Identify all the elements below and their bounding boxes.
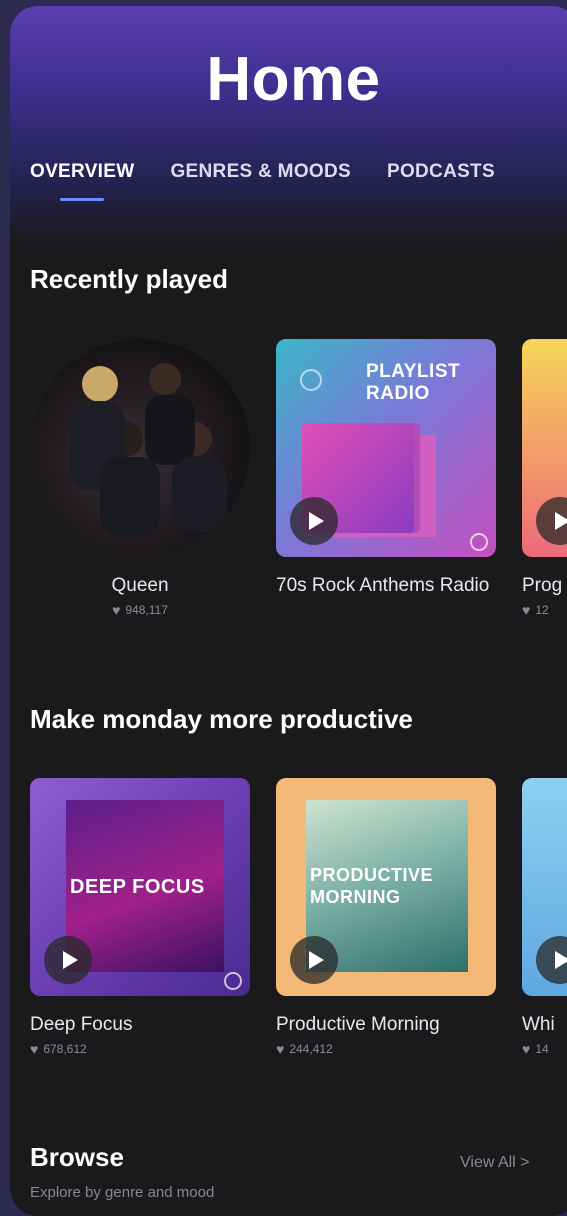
play-button[interactable] [536, 497, 567, 545]
card-70s-rock-anthems-radio[interactable]: PLAYLIST RADIO 70s Rock Anthems Radio [276, 339, 496, 618]
heart-icon: ♥ [522, 1041, 531, 1057]
fan-count: ♥ 14 [522, 1041, 549, 1057]
card-queen[interactable]: Queen ♥ 948,117 [30, 339, 250, 618]
tab-bar: OVERVIEW GENRES & MOODS PODCASTS [30, 161, 531, 201]
browse-subtitle: Explore by genre and mood [30, 1184, 215, 1201]
page-title: Home [206, 45, 381, 114]
heart-icon: ♥ [522, 602, 531, 618]
recently-played-row: Queen ♥ 948,117 PLAYLIST RADIO 70s Rock … [30, 339, 567, 618]
fan-count: ♥ 244,412 [276, 1041, 333, 1057]
card-prog[interactable]: Prog ♥ 12 [522, 339, 567, 618]
card-title[interactable]: Prog [522, 571, 567, 600]
fan-count: ♥ 678,612 [30, 1041, 87, 1057]
view-all-link[interactable]: View All > [460, 1154, 530, 1172]
radio-waves-icon [300, 369, 322, 391]
play-button[interactable] [290, 497, 338, 545]
art-label: PLAYLIST RADIO [366, 361, 461, 404]
tab-genres-moods[interactable]: GENRES & MOODS [170, 161, 351, 183]
playlist-art[interactable]: DEEP FOCUS [30, 778, 250, 996]
section-title-recently-played: Recently played [30, 264, 228, 294]
heart-icon: ♥ [30, 1041, 39, 1057]
art-label: PRODUCTIVE MORNING [310, 865, 434, 907]
playlist-art[interactable]: PLAYLIST RADIO [276, 339, 496, 557]
artist-image[interactable] [30, 339, 250, 557]
radio-icon [470, 533, 488, 551]
card-productive-morning[interactable]: PRODUCTIVE MORNING Productive Morning ♥ … [276, 778, 496, 1057]
card-title[interactable]: 70s Rock Anthems Radio [276, 571, 496, 600]
app-screen: Home OVERVIEW GENRES & MOODS PODCASTS Re… [10, 6, 567, 1216]
play-button[interactable] [536, 936, 567, 984]
play-button[interactable] [44, 936, 92, 984]
heart-icon: ♥ [276, 1041, 285, 1057]
section-title-browse: Browse [30, 1142, 124, 1172]
playlist-art[interactable] [522, 339, 567, 557]
card-title[interactable]: Whi [522, 1010, 567, 1039]
card-title[interactable]: Queen [30, 571, 250, 600]
radio-icon [224, 972, 242, 990]
fan-count: ♥ 12 [522, 602, 549, 618]
header: Home OVERVIEW GENRES & MOODS PODCASTS [10, 6, 567, 246]
card-deep-focus[interactable]: DEEP FOCUS Deep Focus ♥ 678,612 [30, 778, 250, 1057]
monday-row: DEEP FOCUS Deep Focus ♥ 678,612 PRODUCTI… [30, 778, 567, 1057]
section-title-monday: Make monday more productive [30, 704, 413, 734]
playlist-art[interactable] [522, 778, 567, 996]
card-whi[interactable]: Whi ♥ 14 [522, 778, 567, 1057]
playlist-art[interactable]: PRODUCTIVE MORNING [276, 778, 496, 996]
play-button[interactable] [290, 936, 338, 984]
heart-icon: ♥ [112, 602, 121, 618]
tab-overview[interactable]: OVERVIEW [30, 161, 134, 201]
fan-count: ♥ 948,117 [112, 602, 168, 618]
card-title[interactable]: Deep Focus [30, 1010, 250, 1039]
tab-podcasts[interactable]: PODCASTS [387, 161, 495, 183]
band-photo-icon [70, 363, 227, 537]
art-label: DEEP FOCUS [70, 876, 205, 898]
card-title[interactable]: Productive Morning [276, 1010, 496, 1039]
